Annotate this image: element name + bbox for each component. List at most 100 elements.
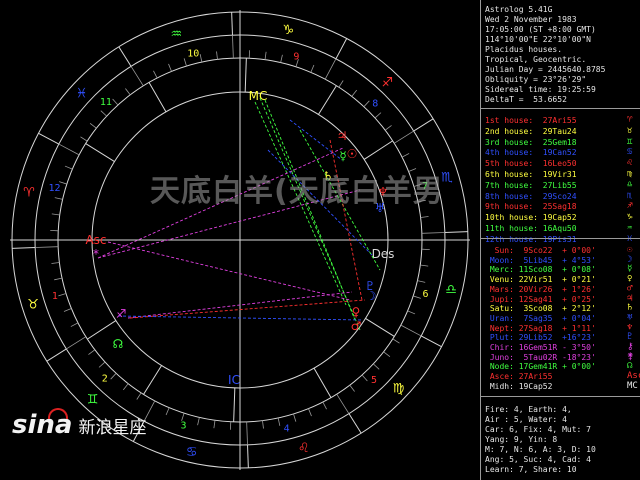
zodiac-sign-icon: ♊ — [87, 393, 99, 408]
degree-tick — [232, 35, 234, 59]
planet-glyph-icon: ☽ — [627, 254, 633, 265]
degree-tick — [54, 277, 63, 281]
degree-tick — [66, 336, 87, 350]
degree-tick — [401, 153, 410, 158]
angle-label: MC — [249, 89, 268, 103]
aspect-line — [107, 241, 351, 301]
planet-glyph-icon: ♂ — [627, 283, 633, 294]
header-line: 114°10'00"E 22°10'00"N — [485, 35, 591, 44]
sign-divider — [335, 38, 348, 60]
sign-divider — [46, 348, 67, 362]
house-row: 1st house: 27Ari55 — [485, 116, 577, 125]
header-line: Placidus houses. — [485, 45, 563, 54]
degree-tick — [383, 351, 391, 358]
degree-tick — [89, 122, 97, 129]
degree-tick — [400, 324, 422, 337]
planet-row: Chir: 16Gem51R - 3°50' — [485, 343, 596, 352]
header-line: Sidereal time: 19:25:59 — [485, 85, 596, 94]
house-number: 6 — [423, 289, 429, 300]
summary-line: Air : 5, Water: 4 — [485, 415, 567, 424]
degree-tick — [153, 70, 158, 79]
planet-row: Nept: 27Sag18 + 1°11' — [485, 323, 596, 333]
planet-glyph-icon: ♄ — [627, 303, 633, 314]
house-cusp-line — [244, 58, 247, 93]
house-cusp-line — [363, 140, 393, 160]
header-line: Wed 2 November 1983 — [485, 15, 577, 24]
house-cusp-line — [233, 387, 236, 422]
planet-glyph-icon: ☊ — [113, 337, 124, 351]
house-number: 9 — [293, 51, 299, 62]
sign-divider — [420, 335, 442, 348]
summary-line: Car: 6, Fix: 4, Mut: 7 — [485, 425, 591, 434]
house-row: 8th house: 29Sco24 — [485, 191, 577, 201]
degree-tick — [100, 110, 107, 117]
overlay-banner: 天底白羊(天底白羊男 — [150, 174, 444, 209]
degree-tick — [136, 392, 142, 400]
house-row: 10th house: 19Cap52 — [485, 213, 577, 223]
degree-tick — [199, 54, 203, 63]
sign-divider — [118, 46, 132, 67]
degree-tick — [324, 58, 337, 80]
header-line: DeltaT = 53.6652 — [485, 95, 567, 104]
sign-glyph-icon: ♈ — [627, 115, 633, 125]
degree-tick — [384, 125, 392, 131]
planet-glyph-icon: ♀ — [352, 305, 361, 319]
degree-tick — [35, 246, 59, 248]
watermark-text: 新浪星座 — [78, 417, 147, 438]
summary-line: Ang: 5, Suc: 4, Cad: 4 — [485, 455, 591, 464]
house-cusp-line — [87, 320, 117, 340]
planet-row: Asce: 27Ari55 — [485, 372, 558, 382]
summary-line: M: 7, N: 6, A: 3, D: 10 — [485, 445, 596, 454]
planet-glyph-icon: ♐ — [116, 307, 127, 321]
planet-glyph-icon: ♅ — [627, 312, 633, 323]
degree-tick — [197, 417, 200, 426]
planet-glyph-icon: ☿ — [339, 149, 346, 163]
degree-tick — [216, 51, 218, 60]
degree-tick — [130, 66, 144, 87]
house-number: 12 — [48, 183, 60, 194]
degree-tick — [407, 310, 416, 315]
planet-glyph-icon: ♇ — [627, 332, 633, 343]
aspect-line — [329, 139, 363, 301]
sign-glyph-icon: ♊ — [627, 136, 633, 147]
zodiac-sign-icon: ♓ — [76, 87, 88, 102]
chart-wheel: ♈♉♊♋ ♌♍♎♏♐♑♒♓123 456789101112AscDesMCIC☉☿♃… — [10, 10, 470, 470]
header-line: Obliquity = 23°26'29" — [485, 75, 587, 84]
planet-row: Uran: 7Sag35 + 0°04' — [485, 313, 596, 323]
sign-divider — [348, 413, 362, 434]
header-line: 17:05:00 (ST +8:00 GMT) — [485, 25, 596, 34]
header-line: Julian Day = 2445640.8785 — [485, 65, 606, 74]
angle-label: IC — [228, 373, 240, 387]
zodiac-sign-icon: ♐ — [382, 75, 394, 90]
panel-divider — [481, 238, 640, 239]
zodiac-sign-icon: ♎ — [445, 282, 457, 297]
house-row: 4th house: 19Can52 — [485, 148, 577, 158]
planet-glyph-icon: ⚵ — [627, 351, 634, 362]
degree-tick — [361, 374, 368, 382]
zodiac-sign-icon: ♌ — [298, 441, 310, 456]
planet-row: Sun: 9Sco22 + 0°00' — [485, 246, 596, 255]
degree-tick — [351, 89, 358, 97]
sign-divider — [12, 247, 36, 249]
degree-tick — [98, 361, 106, 368]
planet-glyph-icon: ☉ — [347, 147, 358, 161]
house-cusp-line — [313, 367, 332, 398]
zodiac-sign-icon: ♈ — [23, 186, 35, 201]
house-row: 7th house: 27Lib55 — [485, 180, 577, 190]
degree-tick — [417, 280, 426, 283]
house-number: 1 — [52, 291, 58, 302]
planet-glyph-icon: Asc — [627, 371, 640, 382]
sign-divider — [444, 231, 468, 233]
house-row: 5th house: 16Leo50 — [485, 159, 577, 169]
degree-tick — [392, 338, 400, 344]
sign-glyph-icon: ♏ — [627, 190, 633, 201]
sign-divider — [231, 12, 233, 36]
planet-row: Midh: 19Cap52 — [485, 381, 558, 391]
degree-tick — [168, 63, 172, 72]
degree-tick — [322, 401, 327, 410]
angle-label: Asc — [85, 233, 106, 247]
degree-tick — [349, 384, 355, 392]
degree-tick — [393, 130, 414, 144]
planet-glyph-icon: ☽ — [366, 289, 377, 303]
planet-row: Merc: 11Sco08 + 0°08' — [485, 265, 596, 275]
